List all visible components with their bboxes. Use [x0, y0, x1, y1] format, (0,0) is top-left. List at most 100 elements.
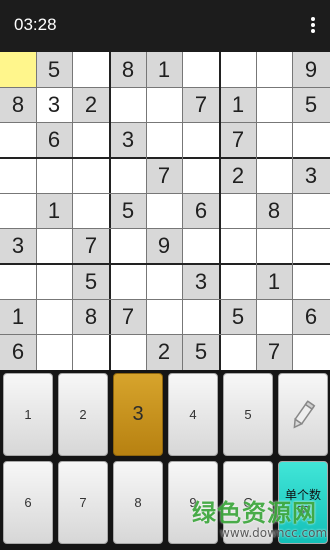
sudoku-cell[interactable]	[0, 158, 36, 193]
sudoku-cell[interactable]: 3	[0, 228, 36, 264]
sudoku-cell[interactable]: 5	[72, 264, 110, 299]
sudoku-cell[interactable]: 5	[36, 52, 72, 87]
sudoku-cell[interactable]	[292, 228, 330, 264]
sudoku-cell[interactable]: 8	[110, 52, 146, 87]
sudoku-cell[interactable]	[292, 193, 330, 228]
sudoku-cell[interactable]: 8	[256, 193, 292, 228]
sudoku-cell[interactable]: 2	[72, 87, 110, 122]
more-vertical-icon[interactable]	[310, 17, 316, 33]
sudoku-cell[interactable]: 3	[110, 122, 146, 158]
elapsed-time: 03:28	[14, 15, 57, 34]
sudoku-cell[interactable]: 3	[292, 158, 330, 193]
sudoku-cell[interactable]	[36, 228, 72, 264]
number-key[interactable]: 4	[168, 373, 218, 456]
sudoku-cell[interactable]: 8	[72, 299, 110, 334]
watermark-text: 绿色资源网	[192, 499, 317, 527]
sudoku-cell[interactable]: 9	[146, 228, 182, 264]
sudoku-cell[interactable]: 1	[256, 264, 292, 299]
sudoku-cell[interactable]: 1	[0, 299, 36, 334]
grid-divider	[0, 122, 330, 123]
number-key[interactable]: 2	[58, 373, 108, 456]
sudoku-cell[interactable]	[292, 264, 330, 299]
grid-divider	[0, 299, 330, 300]
number-key[interactable]: 1	[3, 373, 53, 456]
number-key[interactable]: 3	[113, 373, 163, 456]
sudoku-cell[interactable]	[36, 158, 72, 193]
sudoku-cell[interactable]	[220, 334, 256, 370]
sudoku-cell[interactable]	[36, 334, 72, 370]
sudoku-cell[interactable]	[72, 158, 110, 193]
sudoku-cell[interactable]: 5	[110, 193, 146, 228]
pencil-icon[interactable]	[278, 373, 328, 456]
sudoku-cell[interactable]: 5	[220, 299, 256, 334]
sudoku-cell[interactable]	[256, 228, 292, 264]
sudoku-cell[interactable]: 5	[182, 334, 220, 370]
sudoku-cell[interactable]: 1	[36, 193, 72, 228]
sudoku-cell[interactable]	[220, 228, 256, 264]
sudoku-cell[interactable]	[146, 299, 182, 334]
sudoku-cell[interactable]	[72, 193, 110, 228]
sudoku-cell[interactable]	[146, 122, 182, 158]
sudoku-cell[interactable]: 7	[256, 334, 292, 370]
sudoku-cell[interactable]: 2	[220, 158, 256, 193]
grid-divider	[109, 52, 111, 370]
sudoku-cell[interactable]: 3	[36, 87, 72, 122]
sudoku-board: 58198327156377231568379531187566257	[0, 52, 330, 370]
sudoku-cell[interactable]	[72, 52, 110, 87]
sudoku-cell[interactable]	[110, 264, 146, 299]
sudoku-cell[interactable]	[256, 299, 292, 334]
sudoku-cell[interactable]: 6	[292, 299, 330, 334]
sudoku-cell[interactable]	[110, 158, 146, 193]
sudoku-cell[interactable]	[146, 264, 182, 299]
sudoku-cell[interactable]	[256, 52, 292, 87]
sudoku-cell[interactable]	[0, 52, 36, 87]
sudoku-cell[interactable]	[0, 193, 36, 228]
sudoku-cell[interactable]	[220, 52, 256, 87]
number-key[interactable]: 6	[3, 461, 53, 544]
sudoku-cell[interactable]	[256, 158, 292, 193]
sudoku-cell[interactable]: 2	[146, 334, 182, 370]
sudoku-cell[interactable]: 6	[0, 334, 36, 370]
sudoku-cell[interactable]	[110, 334, 146, 370]
sudoku-cell[interactable]: 7	[182, 87, 220, 122]
sudoku-cell[interactable]	[220, 264, 256, 299]
sudoku-cell[interactable]	[182, 228, 220, 264]
sudoku-cell[interactable]: 8	[0, 87, 36, 122]
sudoku-cell[interactable]	[182, 122, 220, 158]
sudoku-cell[interactable]	[292, 122, 330, 158]
sudoku-cell[interactable]	[256, 87, 292, 122]
sudoku-cell[interactable]	[0, 122, 36, 158]
sudoku-cell[interactable]	[292, 334, 330, 370]
sudoku-cell[interactable]	[146, 87, 182, 122]
sudoku-cell[interactable]	[146, 193, 182, 228]
number-key[interactable]: 7	[58, 461, 108, 544]
sudoku-cell[interactable]	[0, 264, 36, 299]
sudoku-cell[interactable]: 6	[182, 193, 220, 228]
sudoku-cell[interactable]	[110, 87, 146, 122]
sudoku-cell[interactable]	[182, 52, 220, 87]
number-key[interactable]: 5	[223, 373, 273, 456]
sudoku-cell[interactable]: 1	[146, 52, 182, 87]
sudoku-cell[interactable]: 6	[36, 122, 72, 158]
sudoku-cell[interactable]	[256, 122, 292, 158]
grid-divider	[36, 52, 37, 370]
sudoku-cell[interactable]	[72, 334, 110, 370]
top-app-bar: 03:28	[0, 0, 330, 52]
sudoku-cell[interactable]	[220, 193, 256, 228]
sudoku-cell[interactable]: 7	[72, 228, 110, 264]
sudoku-cell[interactable]	[72, 122, 110, 158]
sudoku-cell[interactable]	[110, 228, 146, 264]
sudoku-cell[interactable]: 9	[292, 52, 330, 87]
sudoku-cell[interactable]	[36, 264, 72, 299]
sudoku-cell[interactable]: 3	[182, 264, 220, 299]
number-key[interactable]: 8	[113, 461, 163, 544]
sudoku-cell[interactable]: 7	[220, 122, 256, 158]
sudoku-cell[interactable]	[182, 158, 220, 193]
grid-divider	[182, 52, 183, 370]
sudoku-cell[interactable]	[182, 299, 220, 334]
sudoku-cell[interactable]: 5	[292, 87, 330, 122]
sudoku-cell[interactable]: 7	[146, 158, 182, 193]
sudoku-cell[interactable]	[36, 299, 72, 334]
sudoku-cell[interactable]: 7	[110, 299, 146, 334]
sudoku-cell[interactable]: 1	[220, 87, 256, 122]
